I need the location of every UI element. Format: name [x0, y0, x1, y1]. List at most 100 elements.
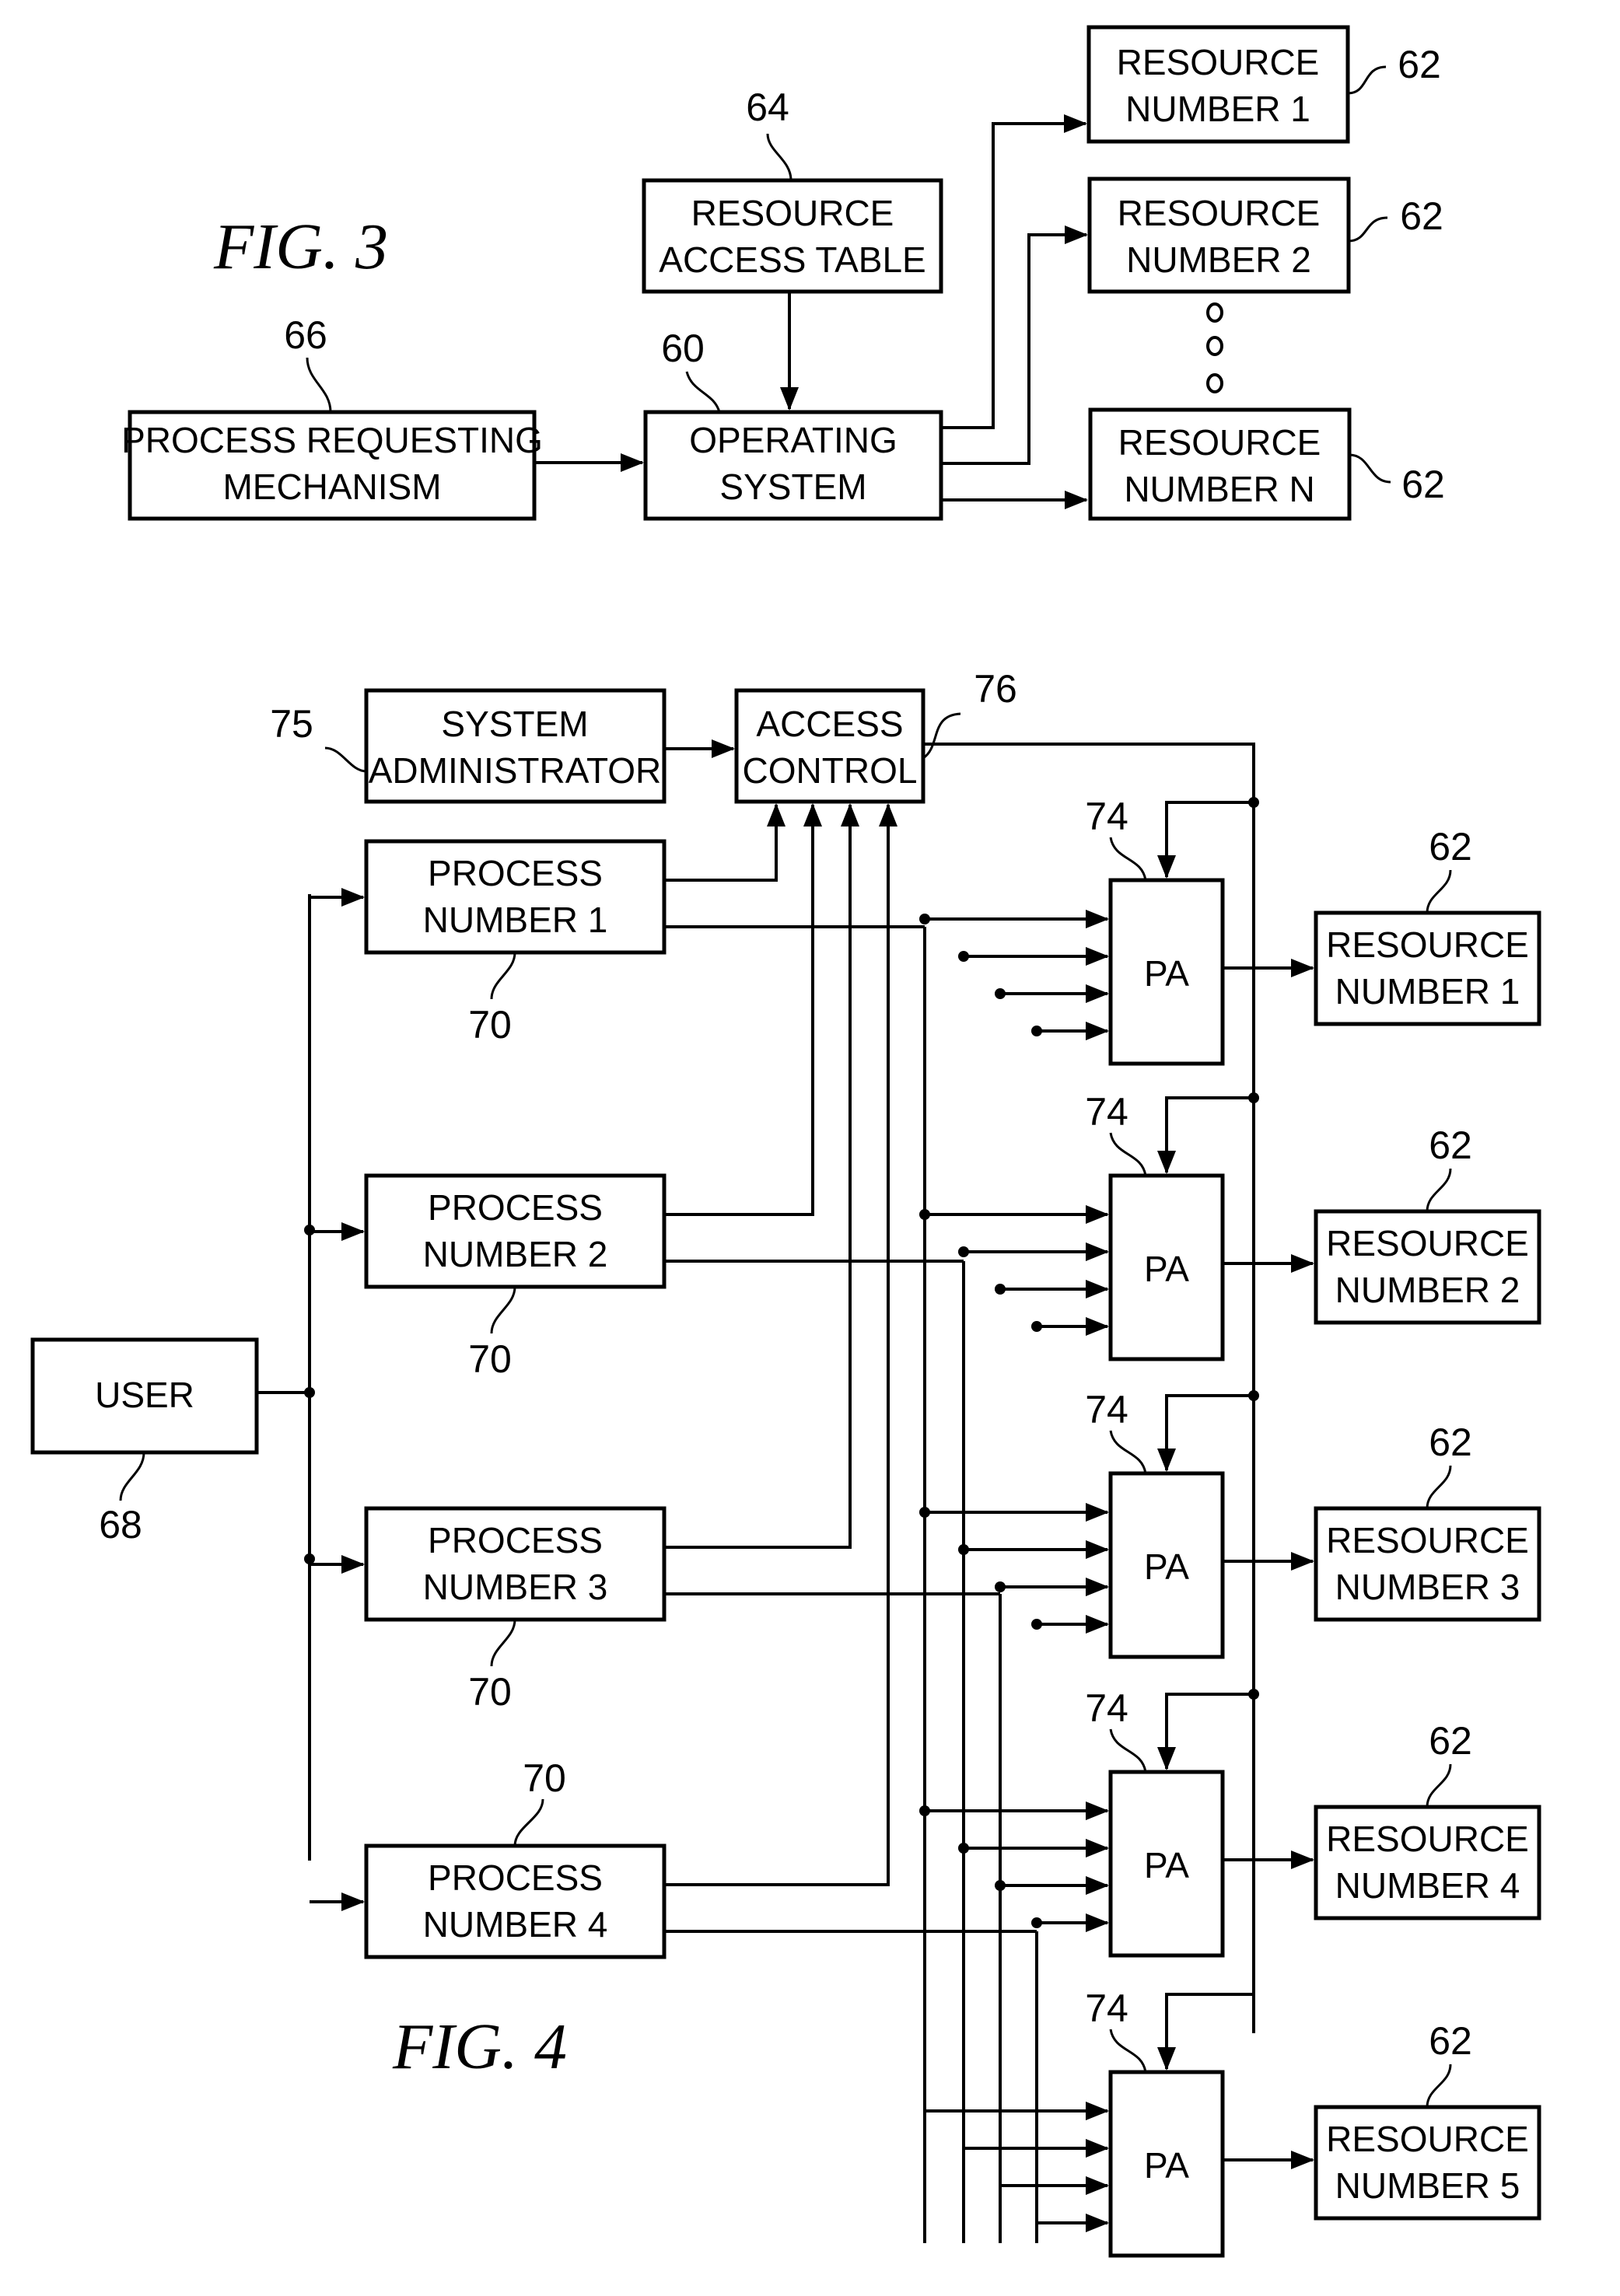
junction-dot [1031, 1619, 1042, 1630]
arrow-access-control-to-pa [1157, 801, 1254, 879]
junction-dot [304, 1553, 315, 1564]
pa-1-block: PA [1108, 878, 1225, 1066]
block-label-line2: NUMBER 2 [1335, 1270, 1520, 1310]
leader-line [490, 1286, 516, 1334]
reference-numeral: 62 [1429, 825, 1472, 868]
process-1-block: PROCESS NUMBER 1 [364, 839, 667, 955]
block-label-line2: NUMBER 1 [423, 900, 608, 940]
reference-numeral: 75 [270, 702, 313, 746]
resource-n-block: RESOURCE NUMBER N [1088, 407, 1352, 521]
figure-4: FIG. 4 SYSTEM ADMINISTRATOR 75 ACCESS CO… [30, 667, 1541, 2258]
arrow-access-control-to-pa [1157, 1693, 1254, 1770]
block-label-line2: NUMBER 2 [1126, 239, 1311, 280]
block-label-line1: ACCESS [756, 704, 903, 744]
junction-dot [919, 914, 930, 924]
access-control-block: ACCESS CONTROL [734, 688, 925, 804]
reference-numeral: 76 [974, 667, 1017, 711]
reference-numeral: 62 [1398, 43, 1441, 86]
block-label-line1: PROCESS [428, 1857, 603, 1898]
process-4-block: PROCESS NUMBER 4 [364, 1843, 667, 1959]
resource-1-block: RESOURCE NUMBER 1 [1314, 910, 1541, 1026]
leader-line [685, 371, 721, 413]
junction-dot [919, 1805, 930, 1816]
block-label-line1: PROCESS [428, 1187, 603, 1228]
ellipsis-dot [1206, 302, 1223, 323]
junction-dot [1031, 1321, 1042, 1332]
user-block: USER [30, 1337, 259, 1455]
block-label-line2: NUMBER 3 [1335, 1567, 1520, 1607]
reference-numeral: 66 [284, 313, 327, 357]
pa-label: PA [1144, 1249, 1189, 1289]
junction-dot [995, 1581, 1006, 1592]
block-label-line1: RESOURCE [1326, 1819, 1529, 1859]
reference-numeral: 74 [1085, 1686, 1128, 1730]
junction-dot [304, 1387, 315, 1398]
leader-line [1426, 869, 1452, 914]
junction-dot [919, 1209, 930, 1220]
junction-dot [1031, 1026, 1042, 1036]
block-label-line2: NUMBER 5 [1335, 2165, 1520, 2206]
pa-4-block: PA [1108, 1770, 1225, 1958]
pa-label: PA [1144, 953, 1189, 994]
block-label-line2: NUMBER 4 [423, 1904, 608, 1945]
junction-dot [958, 951, 969, 962]
block-label-line2: NUMBER 1 [1125, 89, 1310, 129]
figure-3-label: FIG. 3 [213, 211, 388, 283]
block-label-line1: RESOURCE [1117, 42, 1320, 82]
ellipsis-dot [1206, 373, 1223, 393]
leader-line [513, 1798, 544, 1847]
reference-numeral: 62 [1401, 463, 1445, 506]
junction-dot [1248, 797, 1259, 808]
leader-line [922, 712, 961, 760]
block-label-line2: ADMINISTRATOR [369, 750, 662, 791]
arrow-process-to-access-control [664, 803, 786, 882]
block-label-line1: RESOURCE [691, 193, 894, 233]
pa-label: PA [1144, 2145, 1189, 2186]
ellipsis-dots [1206, 302, 1223, 393]
block-label-line1: PROCESS REQUESTING [121, 420, 543, 460]
block-label-line2: ACCESS TABLE [659, 239, 925, 280]
process-2-block: PROCESS NUMBER 2 [364, 1173, 667, 1289]
arrow-process-to-access-control [664, 803, 897, 1886]
reference-numeral: 74 [1085, 795, 1128, 838]
block-label-line2: NUMBER N [1124, 469, 1314, 509]
block-label-line2: CONTROL [743, 750, 918, 791]
block-label-line1: RESOURCE [1326, 1223, 1529, 1263]
pa-5-block: PA [1108, 2070, 1225, 2258]
junction-dot [995, 1880, 1006, 1891]
reference-numeral: 74 [1085, 1388, 1128, 1431]
arrow-access-control-to-pa [1157, 1993, 1254, 2071]
block-label: USER [95, 1375, 194, 1415]
reference-numeral: 62 [1429, 1124, 1472, 1167]
resource-3-block: RESOURCE NUMBER 3 [1314, 1506, 1541, 1622]
leader-line [1349, 453, 1391, 484]
reference-numeral: 60 [661, 327, 705, 370]
block-label-line1: RESOURCE [1326, 2119, 1529, 2159]
leader-line [1109, 1430, 1147, 1474]
leader-line [1109, 1728, 1147, 1773]
junction-dot [919, 1507, 930, 1518]
block-label-line1: RESOURCE [1118, 193, 1321, 233]
leader-line [306, 357, 332, 413]
leader-line [1109, 837, 1147, 881]
resource-4-block: RESOURCE NUMBER 4 [1314, 1805, 1541, 1920]
leader-line [119, 1452, 145, 1501]
resource-1-block: RESOURCE NUMBER 1 [1086, 25, 1350, 144]
arrow-process-to-access-control [664, 803, 859, 1549]
leader-line [324, 746, 367, 773]
ellipsis-dot [1206, 336, 1223, 356]
block-label-line2: SYSTEM [719, 467, 866, 507]
reference-numeral: 74 [1085, 1090, 1128, 1134]
leader-line [1426, 1168, 1452, 1212]
leader-line [1348, 216, 1388, 243]
junction-dot [1031, 1917, 1042, 1928]
reference-numeral: 68 [99, 1503, 142, 1546]
block-label-line2: NUMBER 3 [423, 1567, 608, 1607]
reference-numeral: 70 [468, 1670, 512, 1714]
system-administrator-block: SYSTEM ADMINISTRATOR [364, 688, 667, 804]
leader-line [766, 133, 793, 181]
resource-2-block: RESOURCE NUMBER 2 [1314, 1209, 1541, 1325]
block-label-line1: RESOURCE [1326, 924, 1529, 965]
figure-4-label: FIG. 4 [392, 2011, 567, 2083]
reference-numeral: 64 [746, 86, 789, 129]
